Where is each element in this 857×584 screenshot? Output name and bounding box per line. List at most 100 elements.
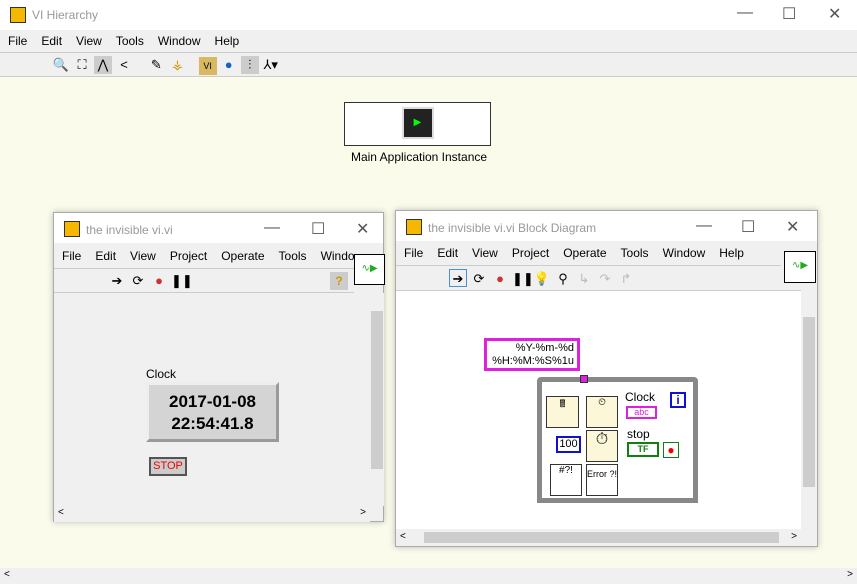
menu-window[interactable]: Window xyxy=(158,34,201,48)
bd-menu-bar: File Edit View Project Operate Tools Window Hel… xyxy=(396,241,781,265)
window-title: VI Hierarchy xyxy=(32,8,99,22)
vi-icon xyxy=(406,219,422,235)
step-into-icon[interactable]: ↳ xyxy=(575,270,593,288)
while-loop[interactable]: 🖩 ⏲ Clock abc i 100 ⏱ stop TF ● #?! Erro… xyxy=(537,375,698,503)
include-typedefs-icon[interactable]: ⫶ xyxy=(240,56,259,74)
vi-icon xyxy=(64,221,80,237)
fp-minimize-button[interactable]: — xyxy=(264,219,280,237)
main-horizontal-scrollbar[interactable]: < > xyxy=(0,568,857,584)
menu-edit[interactable]: Edit xyxy=(95,249,116,263)
menu-tools[interactable]: Tools xyxy=(116,34,144,48)
menu-tools[interactable]: Tools xyxy=(621,246,649,260)
pause-icon[interactable]: ❚❚ xyxy=(171,272,193,290)
menu-project[interactable]: Project xyxy=(170,249,207,263)
fp-panel: Clock 2017-01-08 22:54:41.8 STOP xyxy=(54,293,370,506)
step-over-icon[interactable]: ↷ xyxy=(596,270,614,288)
bd-toolbar: ➔ ⟳ ● ❚❚💡 ⚲ ↳ ↷ ↱ xyxy=(396,265,781,290)
menu-window[interactable]: Windo xyxy=(321,249,354,263)
node-label: Main Application Instance xyxy=(350,150,488,164)
front-panel-window: the invisible vi.vi — ☐ ✕ File Edit View Pr… xyxy=(53,212,385,522)
minimize-button[interactable]: — xyxy=(737,4,753,22)
clock-date: 2017-01-08 xyxy=(169,392,256,411)
run-continuously-icon[interactable]: ⟳ xyxy=(129,272,147,290)
stop-terminal[interactable]: TF xyxy=(627,442,659,457)
simple-error-handler-icon: Error ?! xyxy=(586,464,618,496)
main-title-bar: VI Hierarchy — ☐ ✕ xyxy=(0,0,857,30)
step-out-icon[interactable]: ↱ xyxy=(617,270,635,288)
abort-icon[interactable]: ● xyxy=(150,272,168,290)
bd-vi-icon: ∿▶ xyxy=(784,251,816,283)
menu-help[interactable]: Help xyxy=(215,34,240,48)
bd-canvas: %Y-%m-%d %H:%M:%S%1u 🖩 ⏲ Clock abc i 100… xyxy=(396,290,801,529)
main-toolbar: 🔍 ⛶ ⋀ < ✎ ⚶ VI ● ⫶ ⅄▾ xyxy=(0,52,857,77)
clock-time: 22:54:41.8 xyxy=(171,414,254,433)
run-icon[interactable]: ➔ xyxy=(108,272,126,290)
bd-horizontal-scrollbar[interactable]: < > xyxy=(396,529,801,546)
fp-horizontal-scrollbar[interactable]: < > xyxy=(54,506,370,522)
menu-view[interactable]: View xyxy=(130,249,156,263)
format-line-1: %Y-%m-%d xyxy=(515,342,574,354)
menu-edit[interactable]: Edit xyxy=(437,246,458,260)
horizontal-layout-icon[interactable]: ⋀ xyxy=(94,56,112,74)
fp-toolbar: ➔ ⟳ ● ❚❚ ? xyxy=(54,268,354,293)
include-vi-lib-icon[interactable]: VI xyxy=(198,57,217,75)
bd-close-button[interactable]: ✕ xyxy=(786,217,799,237)
menu-file[interactable]: File xyxy=(62,249,81,263)
abort-icon[interactable]: ● xyxy=(491,270,509,288)
menu-view[interactable]: View xyxy=(76,34,102,48)
format-line-2: %H:%M:%S%1u xyxy=(492,355,574,367)
hierarchy-node-main-app[interactable]: ▶ xyxy=(344,102,491,146)
clock-label: Clock xyxy=(146,367,177,381)
main-menu-bar: File Edit View Tools Window Help xyxy=(0,30,857,52)
run-icon[interactable]: ➔ xyxy=(449,269,467,287)
include-globals-icon[interactable]: ● xyxy=(220,56,238,74)
retain-wire-values-icon[interactable]: ⚲ xyxy=(554,270,572,288)
maximize-button[interactable]: ☐ xyxy=(782,4,796,24)
fp-close-button[interactable]: ✕ xyxy=(356,219,369,239)
get-date-time-icon: 🖩 xyxy=(546,396,579,428)
main-app-instance-icon: ▶ xyxy=(401,107,434,139)
stop-button[interactable]: STOP xyxy=(149,457,187,476)
show-all-icon[interactable]: ⅄▾ xyxy=(262,56,280,74)
menu-tools[interactable]: Tools xyxy=(279,249,307,263)
menu-operate[interactable]: Operate xyxy=(563,246,606,260)
bd-vertical-scrollbar[interactable] xyxy=(801,290,817,529)
menu-operate[interactable]: Operate xyxy=(221,249,264,263)
fp-vertical-scrollbar[interactable] xyxy=(370,293,384,506)
edit-icon[interactable]: ✎ xyxy=(147,56,165,74)
iteration-terminal: i xyxy=(670,392,686,408)
clock-terminal-label: Clock xyxy=(625,390,656,404)
stop-terminal-label: stop xyxy=(627,427,650,441)
fp-maximize-button[interactable]: ☐ xyxy=(311,219,325,239)
vi-hierarchy-app-icon xyxy=(10,7,26,23)
menu-file[interactable]: File xyxy=(404,246,423,260)
clear-errors-icon: #?! xyxy=(550,464,582,496)
pause-icon[interactable]: ❚❚ xyxy=(512,270,534,288)
bd-title-bar: the invisible vi.vi Block Diagram — ☐ ✕ xyxy=(396,211,817,241)
close-button[interactable]: ✕ xyxy=(828,4,841,24)
menu-file[interactable]: File xyxy=(8,34,27,48)
fp-menu-bar: File Edit View Project Operate Tools Windo xyxy=(54,243,354,268)
highlight-execution-icon[interactable]: 💡 xyxy=(533,270,551,288)
menu-edit[interactable]: Edit xyxy=(41,34,62,48)
zoom-fit-icon[interactable]: ⛶ xyxy=(73,56,91,74)
redo-layout-icon[interactable]: ⚶ xyxy=(168,56,186,74)
wait-constant[interactable]: 100 xyxy=(556,436,581,453)
format-string-constant[interactable]: %Y-%m-%d %H:%M:%S%1u xyxy=(484,338,580,371)
fp-title-bar: the invisible vi.vi — ☐ ✕ xyxy=(54,213,383,243)
bd-title: the invisible vi.vi Block Diagram xyxy=(428,221,597,235)
wait-ms-icon: ⏱ xyxy=(586,430,618,462)
clock-terminal[interactable]: abc xyxy=(626,406,657,419)
menu-help[interactable]: Help xyxy=(719,246,744,260)
run-continuously-icon[interactable]: ⟳ xyxy=(470,270,488,288)
menu-project[interactable]: Project xyxy=(512,246,549,260)
zoom-1x-icon[interactable]: 🔍 xyxy=(52,56,70,74)
bd-maximize-button[interactable]: ☐ xyxy=(741,217,755,237)
clock-indicator: 2017-01-08 22:54:41.8 xyxy=(146,382,279,442)
menu-window[interactable]: Window xyxy=(663,246,706,260)
bd-minimize-button[interactable]: — xyxy=(696,217,712,235)
menu-view[interactable]: View xyxy=(472,246,498,260)
context-help-button[interactable]: ? xyxy=(330,272,348,290)
format-date-time-icon: ⏲ xyxy=(586,396,618,428)
vertical-layout-icon[interactable]: < xyxy=(115,56,133,74)
